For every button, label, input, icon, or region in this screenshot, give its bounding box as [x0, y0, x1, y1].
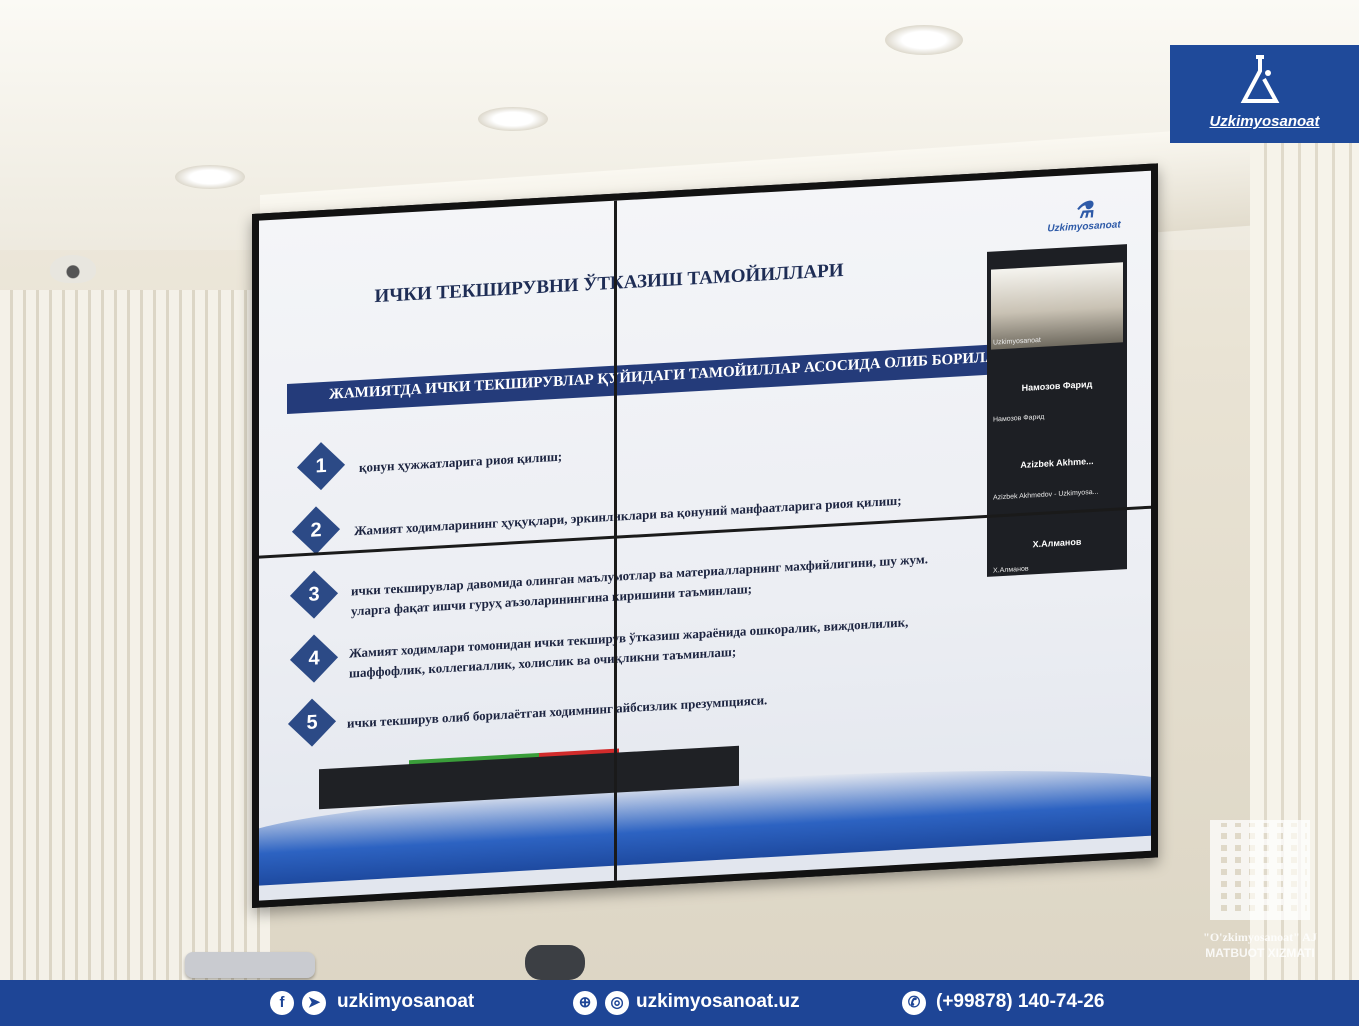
participant-name: Х.Алманов — [1032, 536, 1082, 550]
zoom-participants-panel[interactable]: Uzkimyosanoat Намозов Фарид Намозов Фари… — [987, 244, 1127, 577]
item-number-3: 3 — [289, 570, 339, 619]
brand-badge: Uzkimyosanoat — [1170, 45, 1359, 143]
press-service-watermark: "O'zkimyosanoat" AJ MATBUOT XIZMATI — [1185, 820, 1335, 970]
video-wall-seam — [614, 200, 617, 881]
facebook-icon[interactable]: f — [270, 991, 294, 1015]
item-text-5: ички текширув олиб борилаётган ходимнинг… — [347, 692, 768, 731]
item-text-1: қонун ҳужжатларига риоя қилиш; — [359, 448, 563, 476]
telegram-icon[interactable]: ➤ — [302, 991, 326, 1015]
item-number-1: 1 — [296, 442, 346, 491]
brand-name: Uzkimyosanoat — [1209, 113, 1320, 130]
participant-caption: Х.Алманов — [993, 565, 1029, 575]
participant-caption: Намозов Фарид — [993, 413, 1045, 424]
building-icon — [1210, 820, 1310, 920]
footer-website[interactable]: uzkimyosanoat.uz — [636, 991, 800, 1013]
ceiling-light — [478, 107, 548, 131]
video-wall: ⚗ Uzkimyosanoat ИЧКИ ТЕКШИРУВНИ ЎТКАЗИШ … — [252, 163, 1158, 908]
item-number-2: 2 — [291, 506, 341, 555]
zoom-self-video[interactable] — [991, 262, 1123, 350]
ceiling-light — [175, 165, 245, 189]
item-number-5: 5 — [287, 698, 337, 747]
ceiling-light — [885, 25, 963, 55]
participant-name: Azizbek Akhme... — [1020, 455, 1094, 471]
globe-icon[interactable]: ⊕ — [573, 991, 597, 1015]
tv-screen: ⚗ Uzkimyosanoat ИЧКИ ТЕКШИРУВНИ ЎТКАЗИШ … — [259, 170, 1151, 901]
phone-icon[interactable]: ✆ — [902, 991, 926, 1015]
conference-camera — [525, 945, 585, 980]
tv-logo: ⚗ Uzkimyosanoat — [1039, 197, 1129, 235]
press-line-2: MATBUOT XIZMATI — [1205, 946, 1315, 960]
item-text-2: Жамият ходимларининг ҳуқуқлари, эркинлик… — [354, 492, 902, 539]
item-number-4: 4 — [289, 634, 339, 683]
participant-caption: Azizbek Akhmedov - Uzkimyosa... — [993, 488, 1099, 502]
conference-speaker — [185, 952, 315, 978]
instagram-icon[interactable]: ◎ — [605, 991, 629, 1015]
footer-social[interactable]: uzkimyosanoat — [337, 991, 474, 1013]
slide-title: ИЧКИ ТЕКШИРУВНИ ЎТКАЗИШ ТАМОЙИЛЛАРИ — [374, 259, 844, 308]
security-camera — [50, 255, 96, 283]
footer-bar: f ➤ uzkimyosanoat ⊕ ◎ uzkimyosanoat.uz ✆… — [0, 980, 1359, 1026]
footer-phone[interactable]: (+99878) 140-74-26 — [936, 991, 1105, 1013]
press-line-1: "O'zkimyosanoat" AJ — [1203, 930, 1317, 944]
wall-slats — [0, 290, 270, 980]
flask-logo-icon — [1240, 55, 1280, 103]
participant-name: Намозов Фарид — [1021, 379, 1093, 393]
